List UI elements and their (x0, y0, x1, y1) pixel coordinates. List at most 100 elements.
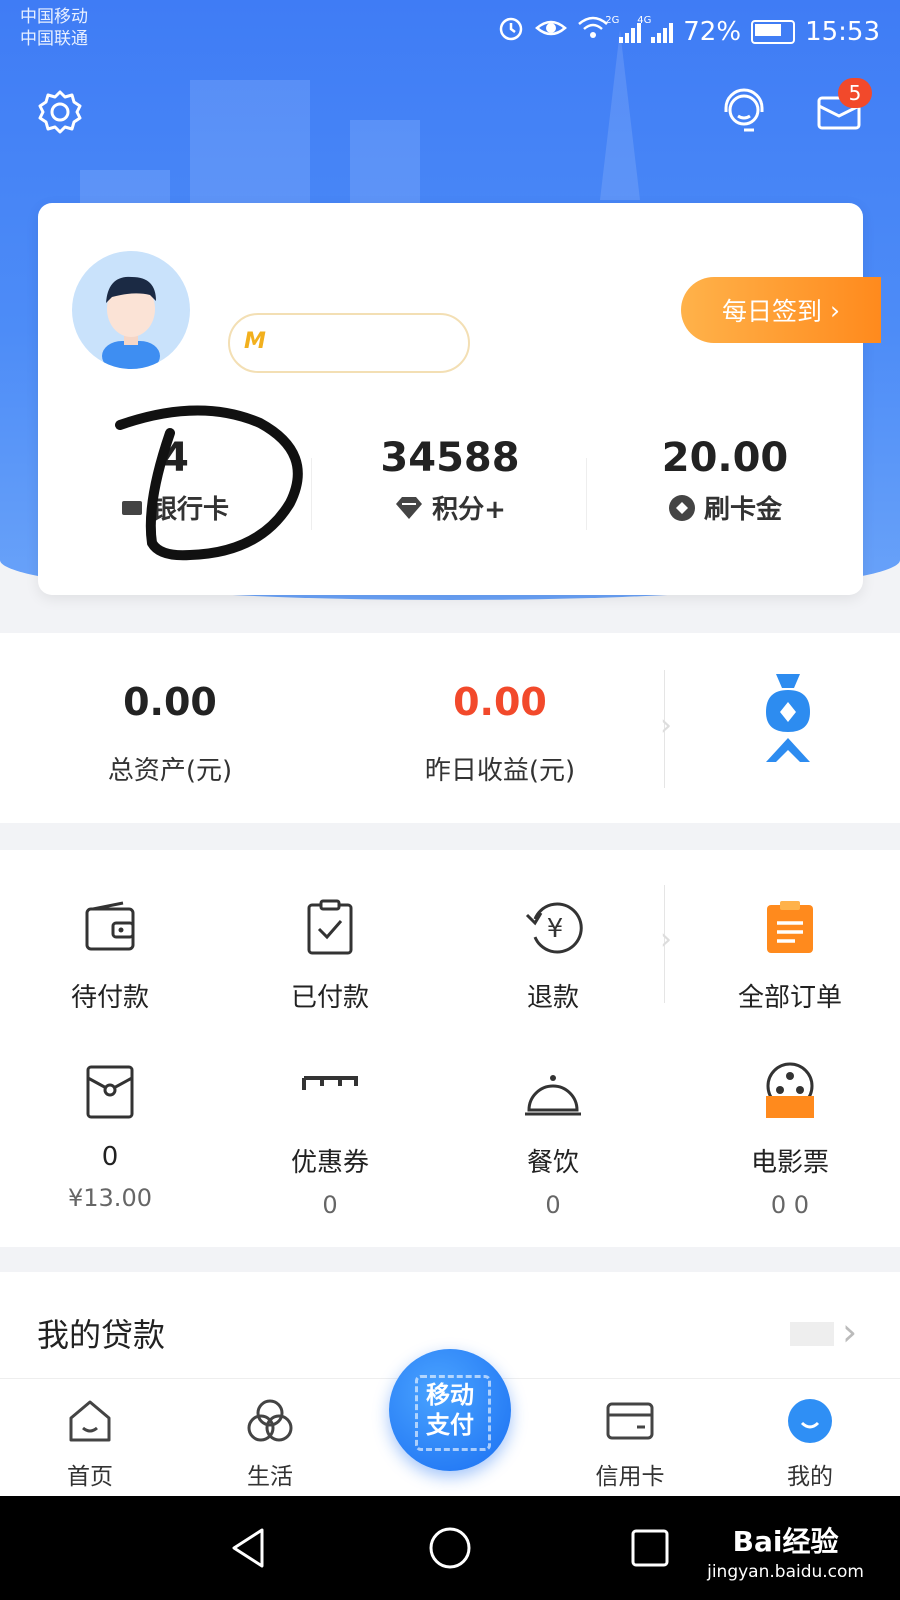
dining-button[interactable]: 餐饮 0 (443, 1062, 663, 1219)
carrier-info: 中国移动 中国联通 (20, 6, 88, 50)
wallet-icon (85, 901, 135, 951)
paid-label: 已付款 (290, 983, 369, 1013)
tab-life-label: 生活 (247, 1464, 293, 1490)
level-text: M (244, 329, 266, 354)
alarm-icon (497, 14, 525, 49)
messages-button[interactable]: 5 (816, 78, 872, 136)
yesterday-earnings-value: 0.00 (453, 680, 547, 724)
refund-yen-icon: ¥ (525, 902, 583, 954)
home-button[interactable] (428, 1526, 472, 1574)
total-assets-label: 总资产(元) (107, 756, 233, 786)
user-avatar-icon (102, 276, 160, 369)
pending-payment-label: 待付款 (70, 983, 149, 1013)
tab-life[interactable]: 生活 (210, 1393, 330, 1491)
clipboard-check-icon (307, 899, 353, 955)
coupons-count: 0 (322, 1191, 338, 1219)
movie-tickets-button[interactable]: 电影票 0 0 (680, 1062, 900, 1219)
wealth-button[interactable] (758, 672, 818, 772)
avatar[interactable] (72, 251, 190, 369)
chevron-right-icon: › (660, 922, 672, 957)
back-button[interactable] (228, 1526, 268, 1574)
all-orders-button[interactable]: 全部订单 (680, 897, 900, 1014)
red-packet-amount: ¥13.00 (68, 1184, 152, 1212)
credit-card-icon (606, 1402, 654, 1440)
handwritten-scribble (115, 405, 303, 561)
carrier-2: 中国联通 (20, 29, 88, 49)
total-assets[interactable]: 0.00 总资产(元) (20, 680, 320, 787)
coupons-button[interactable]: 优惠券 0 (220, 1062, 440, 1219)
movie-tickets-count: 0 0 (770, 1191, 810, 1219)
chevron-right-icon: › (842, 1310, 858, 1354)
mobile-pay-button[interactable]: 移动 支付 (389, 1349, 511, 1471)
status-icons: 2G 4G 72% 15:53 (497, 14, 880, 49)
tab-home[interactable]: 首页 (30, 1393, 150, 1491)
points-value: 34588 (380, 435, 520, 481)
dining-cloche-icon (525, 1075, 581, 1116)
dining-label: 餐饮 (526, 1148, 579, 1178)
points-stat[interactable]: 34588 积分+ (313, 435, 587, 526)
all-orders-label: 全部订单 (737, 983, 842, 1013)
my-loans-title[interactable]: 我的贷款 (37, 1310, 165, 1356)
refund-label: 退款 (526, 983, 579, 1013)
money-bag-icon (766, 674, 810, 762)
signal-icon-2: 4G (637, 15, 674, 43)
red-packet-button[interactable]: 0 ¥13.00 (0, 1062, 220, 1212)
chevron-right-icon: › (660, 708, 672, 743)
customer-service-button[interactable] (718, 86, 770, 142)
yesterday-earnings-label: 昨日收益(元) (424, 756, 576, 786)
eye-icon (535, 16, 568, 47)
tab-credit-card-label: 信用卡 (595, 1464, 665, 1490)
carrier-1: 中国移动 (20, 7, 88, 27)
recents-square-icon (631, 1529, 669, 1567)
red-packet-label: 0 (101, 1142, 119, 1172)
battery-icon (751, 19, 796, 44)
back-triangle-icon (232, 1528, 264, 1568)
building-decoration (350, 120, 420, 210)
yesterday-earnings[interactable]: 0.00 昨日收益(元) (350, 680, 650, 787)
pending-payment-button[interactable]: 待付款 (0, 897, 220, 1014)
recents-button[interactable] (630, 1528, 670, 1572)
points-label: 积分+ (432, 495, 506, 525)
headset-icon (724, 88, 764, 132)
checkin-label: 每日签到 (721, 297, 822, 326)
status-bar: 中国移动 中国联通 2G 4G 72% 15:53 (0, 0, 900, 64)
coin-icon (668, 494, 695, 521)
watermark-brand: Bai经验 (732, 1525, 839, 1558)
daily-checkin-button[interactable]: 每日签到 › (681, 277, 881, 343)
pay-label-line2: 支付 (426, 1411, 474, 1439)
building-decoration (190, 80, 310, 210)
refund-button[interactable]: ¥ 退款 (443, 897, 663, 1014)
pay-label-line1: 移动 (426, 1381, 474, 1409)
home-icon (69, 1400, 111, 1442)
card-gold-label: 刷卡金 (703, 495, 782, 525)
total-assets-value: 0.00 (123, 680, 217, 724)
battery-percent: 72% (683, 16, 742, 47)
film-reel-icon (766, 1062, 814, 1118)
red-packet-icon (86, 1065, 134, 1119)
dining-count: 0 (545, 1191, 561, 1219)
settings-button[interactable] (36, 88, 84, 140)
paid-button[interactable]: 已付款 (220, 897, 440, 1014)
movie-tickets-label: 电影票 (750, 1148, 829, 1178)
diamond-icon (396, 496, 423, 519)
baidu-watermark: Bai经验 jingyan.baidu.com (707, 1520, 864, 1582)
card-gold-value: 20.00 (661, 435, 789, 481)
chevron-right-icon: › (830, 295, 840, 325)
clock-time: 15:53 (805, 16, 880, 47)
life-circles-icon (247, 1399, 293, 1442)
tab-home-label: 首页 (67, 1464, 113, 1490)
profile-card: M 每日签到 › 4 银行卡 34588 积分+ 20.00 刷卡金 (38, 203, 881, 595)
tab-mine-label: 我的 (787, 1464, 833, 1490)
network-type-1: 2G (605, 14, 620, 26)
gear-icon (38, 90, 82, 134)
divider (586, 458, 587, 530)
svg-text:¥: ¥ (547, 914, 564, 944)
coupon-icon (302, 1076, 358, 1090)
home-circle-icon (429, 1527, 471, 1569)
member-level-badge[interactable]: M (228, 313, 470, 373)
coupons-label: 优惠券 (290, 1148, 369, 1178)
tab-credit-card[interactable]: 信用卡 (570, 1393, 690, 1491)
network-type-2: 4G (637, 14, 652, 26)
card-gold-stat[interactable]: 20.00 刷卡金 (588, 435, 862, 526)
tab-mine[interactable]: 我的 (750, 1393, 870, 1491)
